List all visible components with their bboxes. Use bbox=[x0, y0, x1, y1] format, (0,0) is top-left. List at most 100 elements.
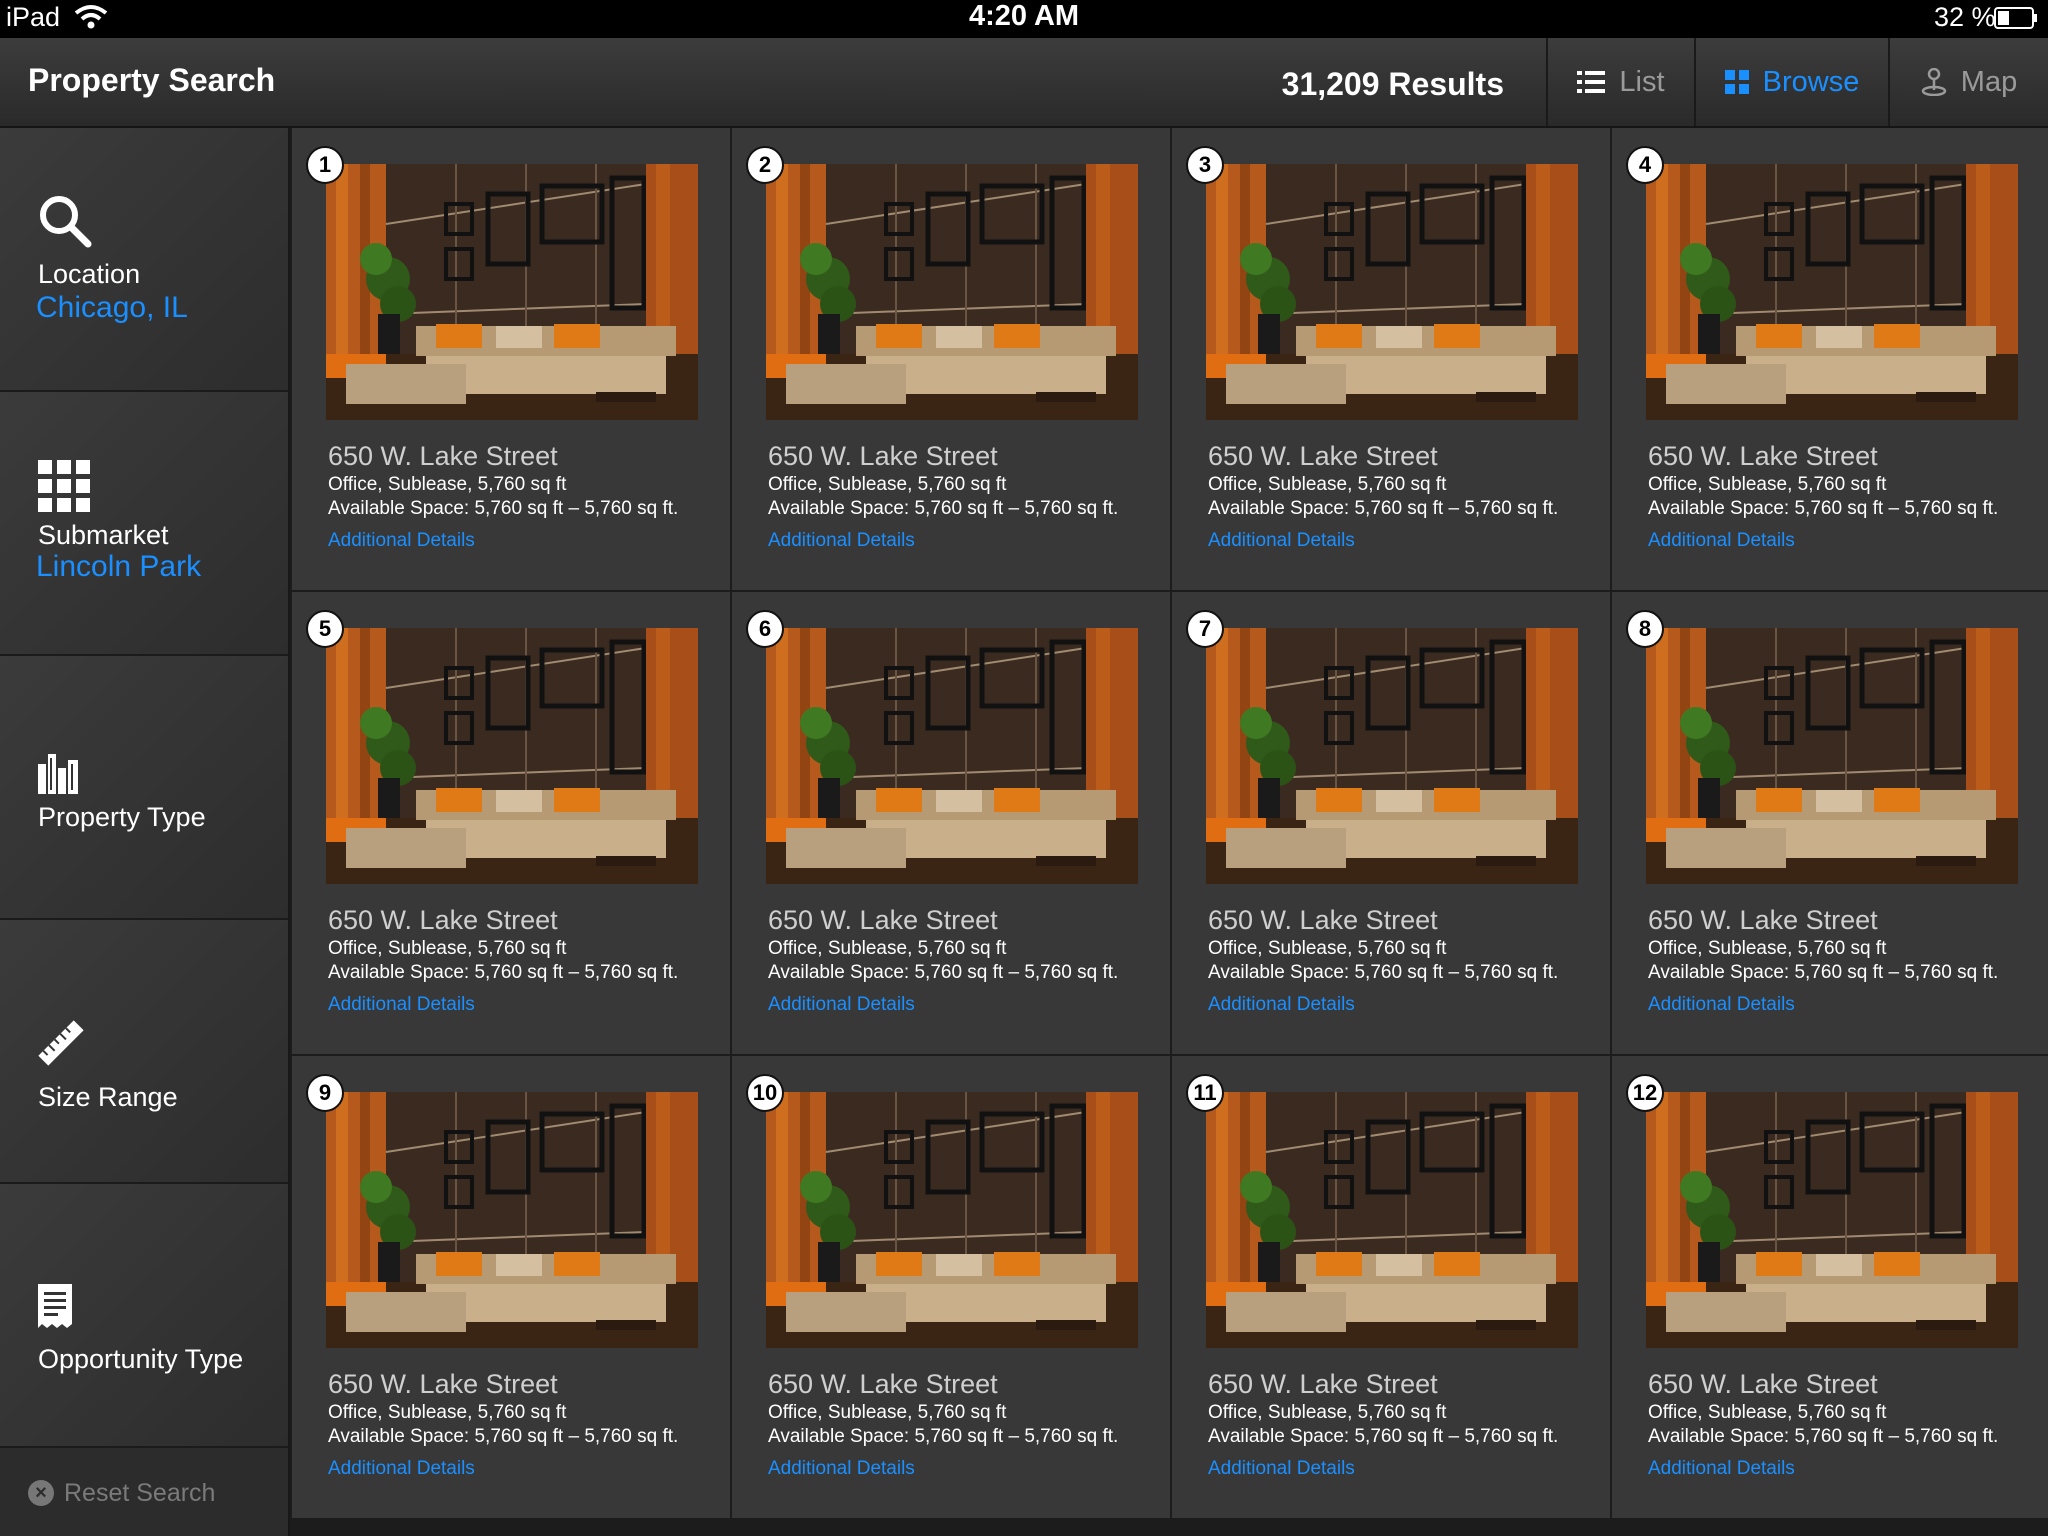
filter-sidebar: Location Chicago, IL Submarket Lincoln P… bbox=[0, 128, 290, 1536]
listing-photo[interactable] bbox=[1206, 1092, 1578, 1348]
listing-photo[interactable] bbox=[1206, 628, 1578, 884]
listing-card[interactable]: 7 650 W. Lake Street Office, Sublease, 5… bbox=[1172, 592, 1610, 1054]
additional-details-link[interactable]: Additional Details bbox=[1208, 530, 1355, 552]
filter-label: Location bbox=[38, 259, 141, 289]
listing-card[interactable]: 6 650 W. Lake Street Office, Sublease, 5… bbox=[732, 592, 1170, 1054]
battery-percent: 32 % bbox=[1934, 2, 1996, 32]
buildings-icon bbox=[38, 754, 78, 794]
listing-available-space: Available Space: 5,760 sq ft – 5,760 sq … bbox=[768, 962, 1119, 983]
listing-card[interactable]: 8 650 W. Lake Street Office, Sublease, 5… bbox=[1612, 592, 2048, 1054]
map-view-button[interactable]: Map bbox=[1888, 38, 2048, 126]
listing-address[interactable]: 650 W. Lake Street bbox=[1208, 441, 1438, 472]
status-time: 4:20 AM bbox=[968, 0, 1080, 32]
grid-icon bbox=[38, 460, 90, 512]
additional-details-link[interactable]: Additional Details bbox=[328, 1458, 475, 1480]
additional-details-link[interactable]: Additional Details bbox=[1648, 1458, 1795, 1480]
additional-details-link[interactable]: Additional Details bbox=[768, 530, 915, 552]
map-pin-icon bbox=[1921, 68, 1947, 96]
listing-card[interactable]: 3 650 W. Lake Street Office, Sublease, 5… bbox=[1172, 128, 1610, 590]
listing-number-badge: 2 bbox=[746, 146, 784, 184]
listing-photo[interactable] bbox=[326, 1092, 698, 1348]
listing-card[interactable]: 2 650 W. Lake Street Office, Sublease, 5… bbox=[732, 128, 1170, 590]
listing-summary: Office, Sublease, 5,760 sq ft bbox=[328, 1402, 567, 1423]
filter-label: Opportunity Type bbox=[38, 1344, 244, 1374]
additional-details-link[interactable]: Additional Details bbox=[1208, 994, 1355, 1016]
listing-number-badge: 1 bbox=[306, 146, 344, 184]
listing-photo[interactable] bbox=[766, 1092, 1138, 1348]
filter-label: Property Type bbox=[38, 802, 206, 832]
listing-card[interactable]: 5 650 W. Lake Street Office, Sublease, 5… bbox=[292, 592, 730, 1054]
list-view-button[interactable]: List bbox=[1546, 38, 1694, 126]
listing-address[interactable]: 650 W. Lake Street bbox=[1648, 905, 1878, 936]
additional-details-link[interactable]: Additional Details bbox=[768, 1458, 915, 1480]
listing-photo[interactable] bbox=[1646, 164, 2018, 420]
listing-photo[interactable] bbox=[1646, 1092, 2018, 1348]
additional-details-link[interactable]: Additional Details bbox=[328, 994, 475, 1016]
living-room-photo bbox=[326, 164, 698, 420]
listing-summary: Office, Sublease, 5,760 sq ft bbox=[768, 1402, 1007, 1423]
map-view-label: Map bbox=[1960, 65, 2018, 98]
living-room-photo bbox=[766, 1092, 1138, 1348]
listing-address[interactable]: 650 W. Lake Street bbox=[328, 1369, 558, 1400]
listing-photo[interactable] bbox=[766, 164, 1138, 420]
living-room-photo bbox=[766, 164, 1138, 420]
ruler-icon bbox=[38, 1020, 84, 1066]
status-bar: iPad 4:20 AM 32 % bbox=[0, 0, 2048, 38]
listing-summary: Office, Sublease, 5,760 sq ft bbox=[1648, 1402, 1887, 1423]
filter-submarket[interactable]: Submarket Lincoln Park bbox=[0, 392, 288, 656]
listing-address[interactable]: 650 W. Lake Street bbox=[768, 441, 998, 472]
listing-card[interactable]: 9 650 W. Lake Street Office, Sublease, 5… bbox=[292, 1056, 730, 1518]
listing-summary: Office, Sublease, 5,760 sq ft bbox=[1208, 938, 1447, 959]
additional-details-link[interactable]: Additional Details bbox=[768, 994, 915, 1016]
listing-number-badge: 3 bbox=[1186, 146, 1224, 184]
listing-photo[interactable] bbox=[1206, 164, 1578, 420]
filter-value: Lincoln Park bbox=[36, 550, 202, 583]
listing-available-space: Available Space: 5,760 sq ft – 5,760 sq … bbox=[1648, 498, 1999, 519]
listing-number-badge: 9 bbox=[306, 1074, 344, 1112]
listing-photo[interactable] bbox=[326, 628, 698, 884]
listing-photo[interactable] bbox=[326, 164, 698, 420]
filter-location[interactable]: Location Chicago, IL bbox=[0, 128, 288, 392]
listing-summary: Office, Sublease, 5,760 sq ft bbox=[1208, 474, 1447, 495]
listing-card[interactable]: 4 650 W. Lake Street Office, Sublease, 5… bbox=[1612, 128, 2048, 590]
listing-photo[interactable] bbox=[1646, 628, 2018, 884]
filter-property-type[interactable]: Property Type bbox=[0, 656, 288, 920]
reset-search-button[interactable]: × Reset Search bbox=[0, 1450, 288, 1536]
filter-opportunity-type[interactable]: Opportunity Type bbox=[0, 1184, 288, 1448]
listing-number-badge: 8 bbox=[1626, 610, 1664, 648]
close-icon: × bbox=[28, 1480, 54, 1506]
living-room-photo bbox=[766, 628, 1138, 884]
living-room-photo bbox=[1646, 164, 2018, 420]
additional-details-link[interactable]: Additional Details bbox=[1648, 994, 1795, 1016]
listing-available-space: Available Space: 5,760 sq ft – 5,760 sq … bbox=[1208, 498, 1559, 519]
listing-address[interactable]: 650 W. Lake Street bbox=[328, 905, 558, 936]
listing-address[interactable]: 650 W. Lake Street bbox=[768, 1369, 998, 1400]
listing-card[interactable]: 1 650 W. Lake Street Office, Sublease, 5… bbox=[292, 128, 730, 590]
listing-available-space: Available Space: 5,760 sq ft – 5,760 sq … bbox=[1208, 962, 1559, 983]
listing-number-badge: 5 bbox=[306, 610, 344, 648]
listing-number-badge: 4 bbox=[1626, 146, 1664, 184]
listing-address[interactable]: 650 W. Lake Street bbox=[328, 441, 558, 472]
additional-details-link[interactable]: Additional Details bbox=[1208, 1458, 1355, 1480]
listing-summary: Office, Sublease, 5,760 sq ft bbox=[328, 474, 567, 495]
listing-address[interactable]: 650 W. Lake Street bbox=[1648, 1369, 1878, 1400]
listing-address[interactable]: 650 W. Lake Street bbox=[768, 905, 998, 936]
additional-details-link[interactable]: Additional Details bbox=[1648, 530, 1795, 552]
browse-view-label: Browse bbox=[1762, 65, 1860, 98]
filter-value: Chicago, IL bbox=[36, 291, 188, 324]
additional-details-link[interactable]: Additional Details bbox=[328, 530, 475, 552]
battery-icon bbox=[1994, 7, 2037, 29]
listing-card[interactable]: 10 650 W. Lake Street Office, Sublease, … bbox=[732, 1056, 1170, 1518]
listing-address[interactable]: 650 W. Lake Street bbox=[1208, 905, 1438, 936]
search-icon bbox=[40, 196, 92, 248]
listing-card[interactable]: 12 650 W. Lake Street Office, Sublease, … bbox=[1612, 1056, 2048, 1518]
listing-card[interactable]: 11 650 W. Lake Street Office, Sublease, … bbox=[1172, 1056, 1610, 1518]
listing-available-space: Available Space: 5,760 sq ft – 5,760 sq … bbox=[1648, 1426, 1999, 1447]
browse-view-button[interactable]: Browse bbox=[1694, 38, 1888, 126]
listing-address[interactable]: 650 W. Lake Street bbox=[1648, 441, 1878, 472]
listing-available-space: Available Space: 5,760 sq ft – 5,760 sq … bbox=[328, 498, 679, 519]
listing-summary: Office, Sublease, 5,760 sq ft bbox=[768, 474, 1007, 495]
listing-photo[interactable] bbox=[766, 628, 1138, 884]
filter-size-range[interactable]: Size Range bbox=[0, 920, 288, 1184]
listing-address[interactable]: 650 W. Lake Street bbox=[1208, 1369, 1438, 1400]
